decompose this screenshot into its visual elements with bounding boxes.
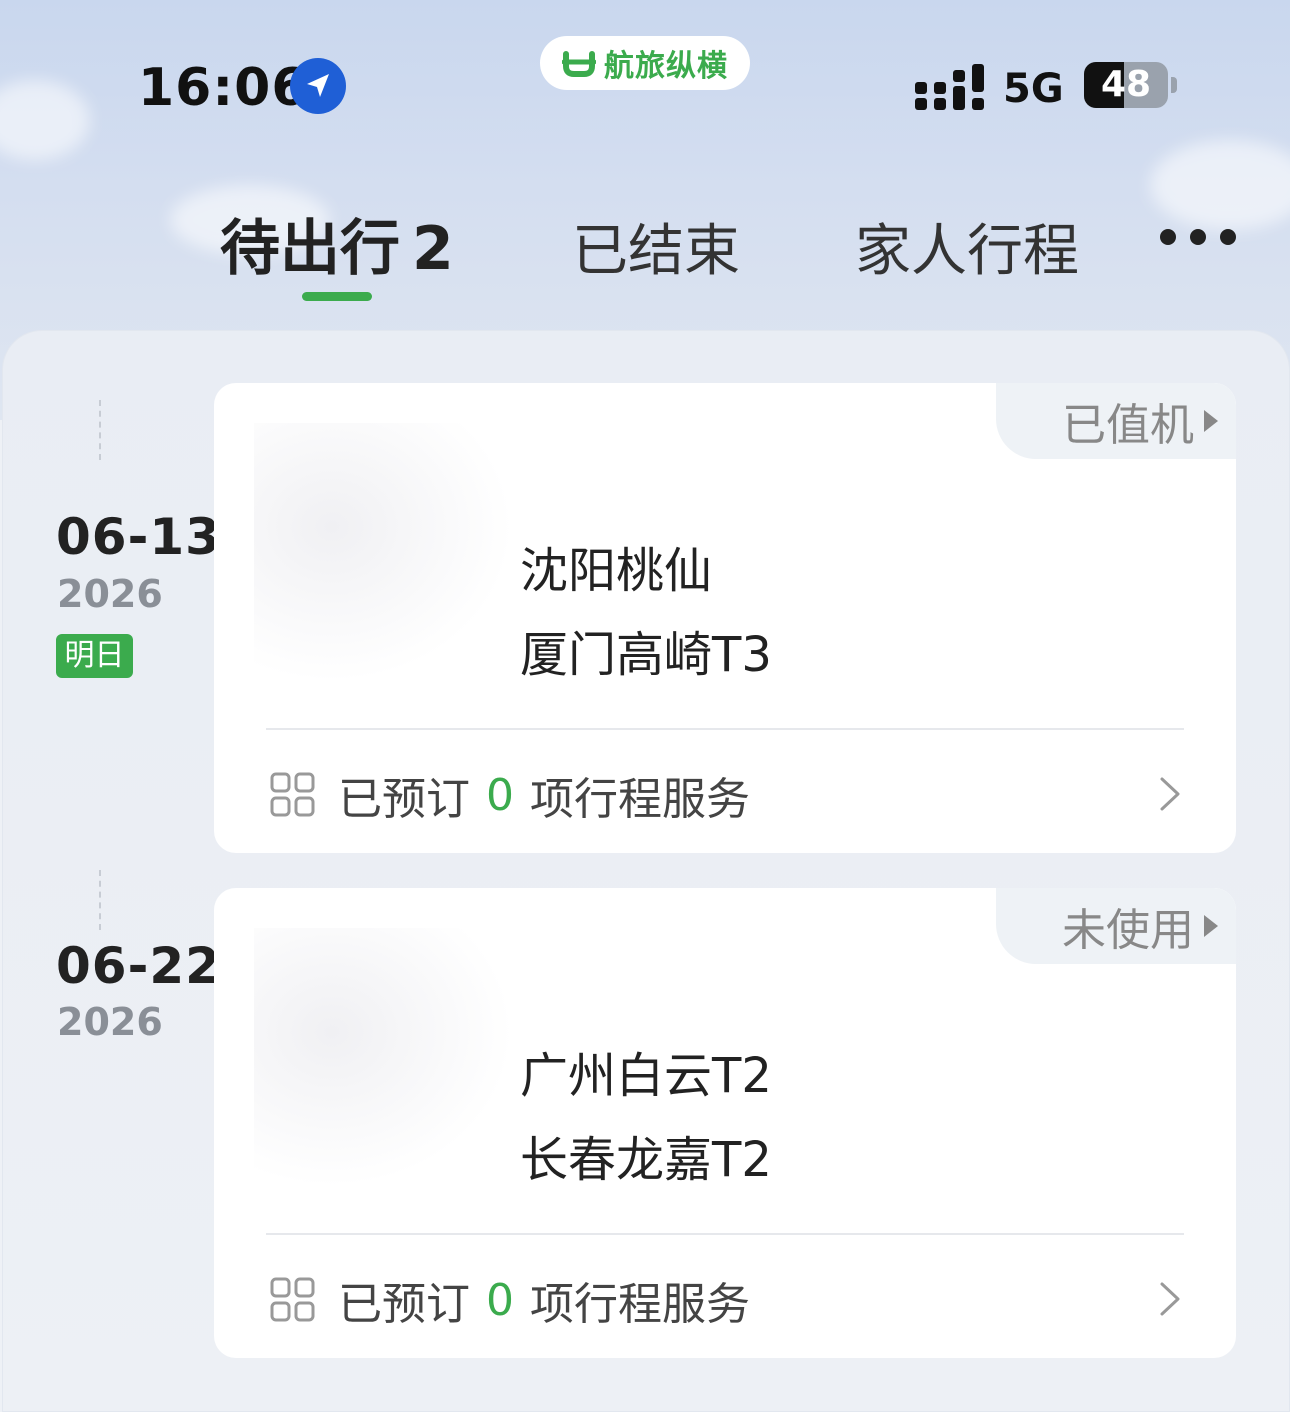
grid-icon xyxy=(270,772,315,817)
cloud-decoration xyxy=(1150,140,1290,230)
battery-icon: 48 xyxy=(1084,62,1168,108)
brand-pill[interactable]: 航旅纵横 xyxy=(540,36,750,90)
arrival-airport: 长春龙嘉T2 xyxy=(520,1132,772,1188)
location-arrow-icon xyxy=(290,58,346,114)
active-tab-indicator xyxy=(302,292,372,301)
more-options-icon[interactable] xyxy=(1160,226,1236,248)
arrival-airport: 厦门高崎T3 xyxy=(520,627,772,683)
cellular-signal-icon xyxy=(915,64,984,110)
trip-date: 06-13 xyxy=(56,508,221,566)
card-divider xyxy=(266,728,1184,730)
status-time: 16:06 xyxy=(138,58,309,118)
services-prefix: 已预订 xyxy=(338,774,470,825)
trip-card[interactable]: 已值机 沈阳桃仙 厦门高崎T3 已预订 0 项行程服务 xyxy=(214,383,1236,853)
trip-date: 06-22 xyxy=(56,937,221,995)
trip-status-label: 未使用 xyxy=(1062,905,1194,956)
brand-name: 航旅纵横 xyxy=(604,49,728,84)
triangle-right-icon xyxy=(1204,410,1218,432)
triangle-right-icon xyxy=(1204,915,1218,937)
services-suffix: 项行程服务 xyxy=(530,1279,750,1330)
tab-ended[interactable]: 已结束 xyxy=(572,206,740,287)
departure-airport: 广州白云T2 xyxy=(520,1048,772,1104)
battery-percent: 48 xyxy=(1100,64,1152,105)
ticket-status-button[interactable]: 未使用 xyxy=(996,888,1236,964)
checkin-status-button[interactable]: 已值机 xyxy=(996,383,1236,459)
timeline-connector xyxy=(99,870,101,930)
tab-family-trips[interactable]: 家人行程 xyxy=(855,206,1079,287)
trip-services-row[interactable]: 已预订 0 项行程服务 xyxy=(270,1270,750,1330)
trip-services-row[interactable]: 已预订 0 项行程服务 xyxy=(270,765,750,825)
tab-upcoming-label: 待出行 xyxy=(220,214,400,284)
chevron-right-icon[interactable] xyxy=(1150,775,1188,813)
services-suffix: 项行程服务 xyxy=(530,774,750,825)
blurred-flight-info xyxy=(254,928,514,1188)
trip-year: 2026 xyxy=(57,1000,163,1044)
tab-upcoming-count: 2 xyxy=(412,214,454,284)
services-count: 0 xyxy=(486,769,514,821)
services-prefix: 已预订 xyxy=(338,1279,470,1330)
date-badge: 明日 xyxy=(56,634,133,678)
battery-tip xyxy=(1171,77,1177,93)
grid-icon xyxy=(270,1277,315,1322)
trip-year: 2026 xyxy=(57,572,163,616)
card-divider xyxy=(266,1233,1184,1235)
timeline-connector xyxy=(99,400,101,460)
chevron-right-icon[interactable] xyxy=(1150,1280,1188,1318)
trip-card[interactable]: 未使用 广州白云T2 长春龙嘉T2 已预订 0 项行程服务 xyxy=(214,888,1236,1358)
tab-upcoming[interactable]: 待出行 2 xyxy=(220,200,454,287)
trip-status-label: 已值机 xyxy=(1062,400,1194,451)
departure-airport: 沈阳桃仙 xyxy=(520,543,713,599)
services-count: 0 xyxy=(486,1274,514,1326)
network-type: 5G xyxy=(1003,66,1064,112)
blurred-flight-info xyxy=(254,423,514,683)
cloud-decoration xyxy=(0,80,90,160)
brand-logo-icon xyxy=(562,51,596,77)
